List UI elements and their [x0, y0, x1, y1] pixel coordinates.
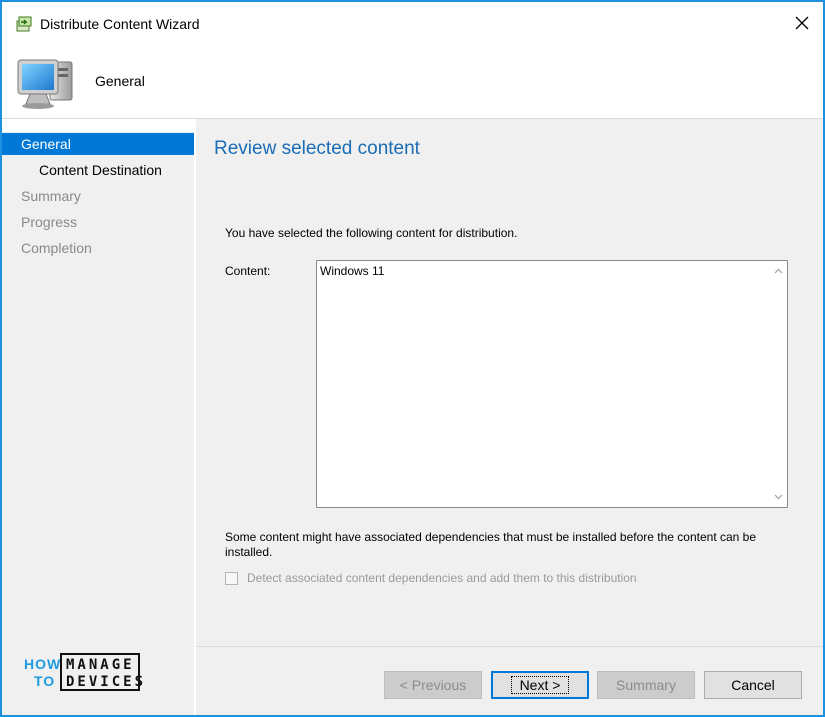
main-panel: Review selected content You have selecte… — [196, 119, 823, 715]
wizard-window: Distribute Content Wizard General Genera… — [0, 0, 825, 717]
logo-to: TO — [34, 673, 56, 689]
computer-icon — [17, 59, 73, 109]
scroll-down-button[interactable] — [773, 492, 783, 502]
page-title: Review selected content — [214, 138, 420, 159]
wizard-icon — [16, 16, 32, 32]
chevron-up-icon — [774, 268, 782, 274]
content-label: Content: — [225, 264, 271, 278]
nav-item-content-destination[interactable]: Content Destination — [2, 159, 194, 181]
cancel-button[interactable]: Cancel — [704, 671, 802, 699]
content-item[interactable]: Windows 11 — [320, 264, 384, 278]
footer-divider — [196, 646, 823, 647]
intro-text: You have selected the following content … — [225, 226, 518, 240]
title-bar: Distribute Content Wizard — [2, 2, 823, 46]
close-icon — [795, 16, 809, 30]
dependency-checkbox-label: Detect associated content dependencies a… — [247, 571, 637, 585]
dependency-note: Some content might have associated depen… — [225, 530, 757, 559]
next-button[interactable]: Next > — [491, 671, 589, 699]
header-title: General — [95, 73, 145, 89]
nav-item-general[interactable]: General — [2, 133, 194, 155]
window-title: Distribute Content Wizard — [40, 16, 200, 32]
close-button[interactable] — [791, 12, 813, 34]
dependency-checkbox-row: Detect associated content dependencies a… — [225, 570, 637, 586]
wizard-header: General — [2, 46, 823, 119]
scroll-up-button[interactable] — [773, 266, 783, 276]
chevron-down-icon — [774, 494, 782, 500]
next-button-label: Next > — [510, 676, 570, 694]
summary-button[interactable]: Summary — [597, 671, 695, 699]
nav-item-completion[interactable]: Completion — [2, 237, 194, 259]
logo-box: MANAGE DEVICES — [60, 653, 143, 691]
logo-how: HOW — [24, 656, 62, 672]
nav-item-progress[interactable]: Progress — [2, 211, 194, 233]
dependency-checkbox[interactable] — [225, 571, 238, 585]
howto-manage-devices-logo: HOW TO MANAGE DEVICES — [24, 653, 144, 693]
logo-manage: MANAGE — [66, 657, 135, 673]
wizard-sidebar: General Content Destination Summary Prog… — [2, 132, 194, 715]
content-listbox[interactable]: Windows 11 — [316, 260, 788, 508]
nav-item-summary[interactable]: Summary — [2, 185, 194, 207]
logo-devices: DEVICES — [66, 674, 147, 690]
previous-button[interactable]: < Previous — [384, 671, 482, 699]
